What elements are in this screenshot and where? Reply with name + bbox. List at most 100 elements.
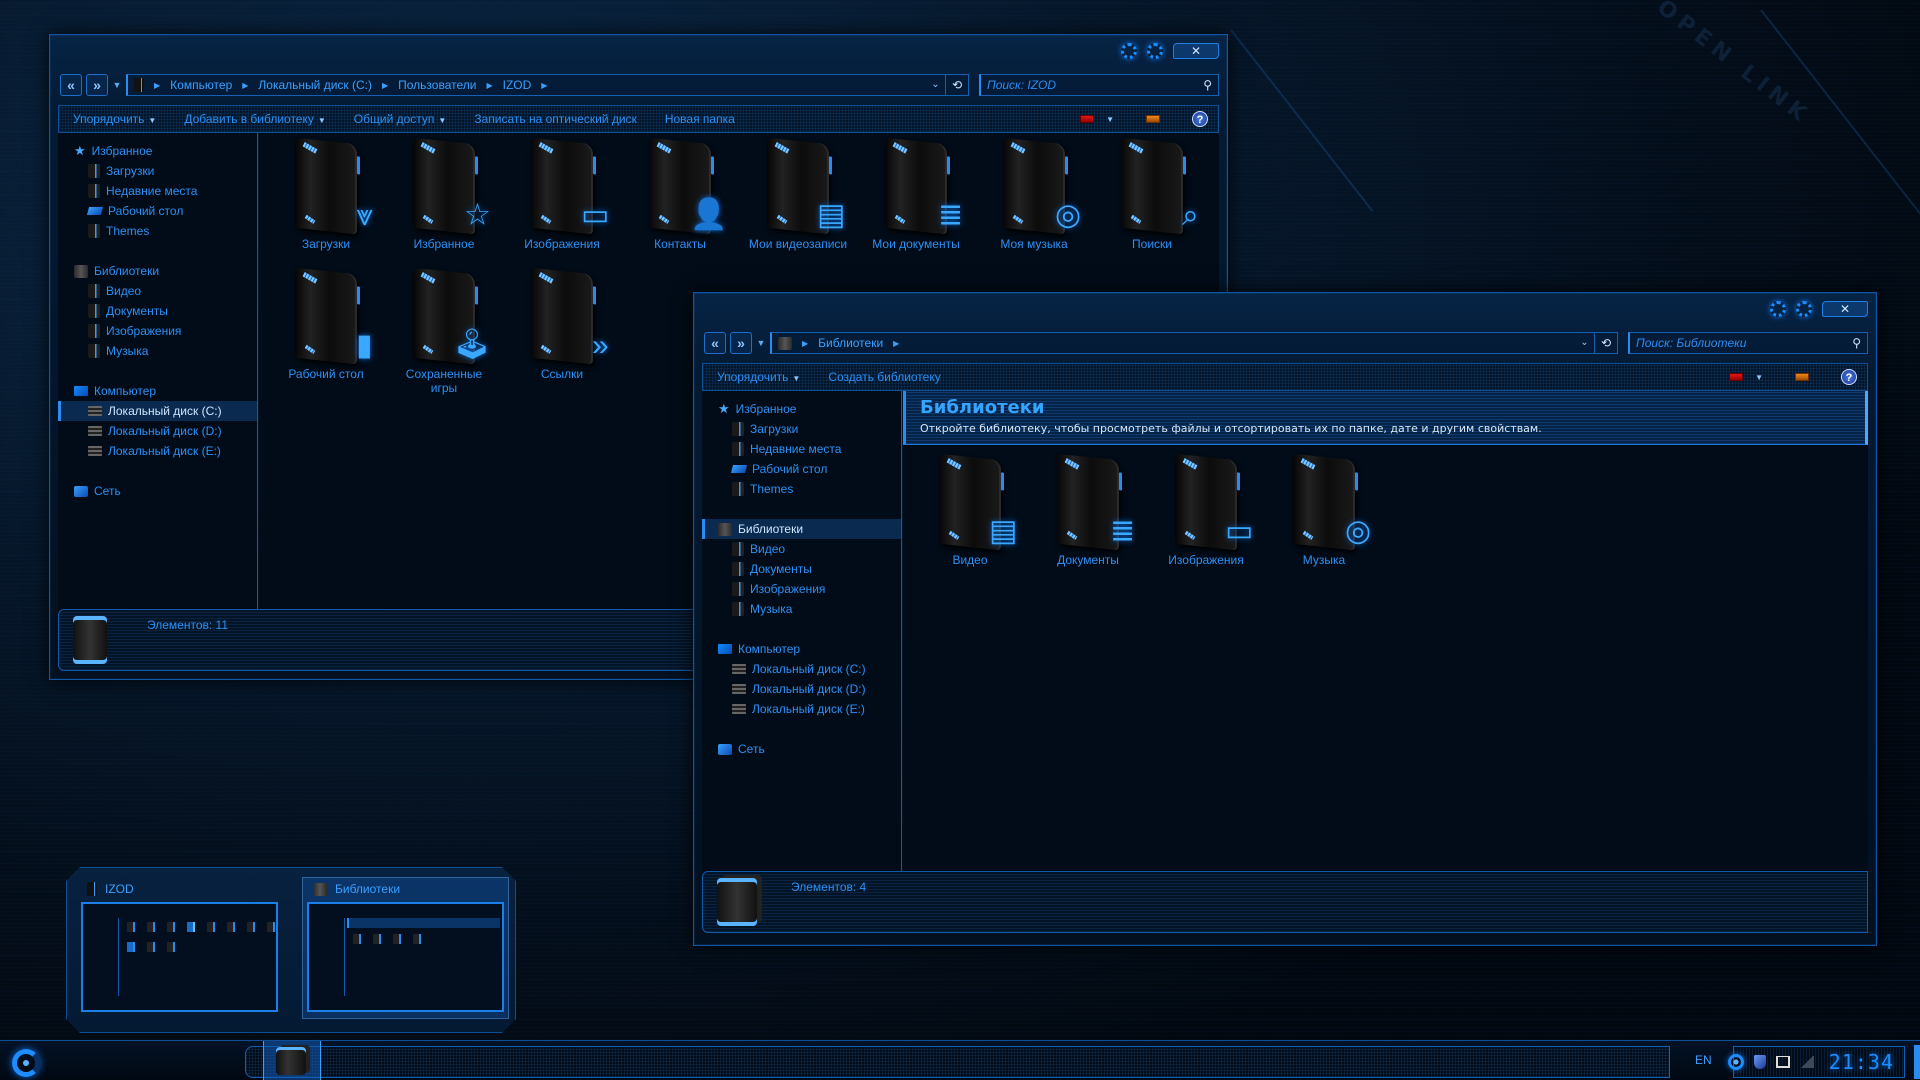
breadcrumb-item[interactable]: Пользователи — [398, 78, 476, 92]
folder-tile[interactable]: ▤ Видео — [911, 453, 1029, 585]
breadcrumb-separator-icon[interactable]: ▶ — [382, 81, 388, 90]
help-icon[interactable]: ? — [1841, 369, 1857, 385]
view-options-icon[interactable] — [1729, 373, 1744, 381]
refresh-button[interactable]: ⟲ — [1595, 333, 1617, 353]
breadcrumb-item[interactable]: Локальный диск (C:) — [258, 78, 372, 92]
clock[interactable]: 21:34 — [1829, 1050, 1894, 1074]
sidebar-item-downloads[interactable]: Загрузки — [58, 161, 257, 181]
sidebar-item-recent-places[interactable]: Недавние места — [702, 439, 901, 459]
recent-pages-dropdown[interactable]: ▼ — [756, 338, 766, 348]
sidebar-item-documents[interactable]: Документы — [58, 301, 257, 321]
sidebar-item-drive-c[interactable]: Локальный диск (C:) — [702, 659, 901, 679]
folder-tile[interactable]: ☆ Избранное — [385, 137, 503, 269]
explorer-window-libraries[interactable]: ✕ « » ▼ ▶ Библиотеки ▶ ⌄ ⟲ Поиск: Библио… — [693, 292, 1877, 946]
search-icon[interactable]: ⚲ — [1852, 336, 1861, 350]
view-options-dropdown[interactable]: ▼ — [1106, 115, 1114, 124]
new-library-button[interactable]: Создать библиотеку — [828, 370, 940, 384]
help-icon[interactable]: ? — [1192, 111, 1208, 127]
minimize-button[interactable] — [1770, 301, 1786, 317]
new-folder-button[interactable]: Новая папка — [665, 112, 735, 126]
close-button[interactable]: ✕ — [1173, 43, 1219, 59]
show-desktop-button[interactable] — [1914, 1045, 1920, 1079]
search-icon[interactable]: ⚲ — [1203, 78, 1212, 92]
sidebar-network[interactable]: Сеть — [702, 739, 901, 759]
taskbar-explorer-button[interactable] — [263, 1041, 321, 1080]
organize-button[interactable]: Упорядочить ▼ — [73, 112, 156, 126]
sidebar-item-desktop[interactable]: Рабочий стол — [58, 201, 257, 221]
sidebar-favorites[interactable]: ★ Избранное — [58, 141, 257, 161]
thumbnail-izod[interactable]: IZOD — [77, 878, 282, 1018]
sidebar-item-pictures[interactable]: Изображения — [58, 321, 257, 341]
sidebar-libraries[interactable]: Библиотеки — [702, 519, 901, 539]
address-history-dropdown[interactable]: ⌄ — [926, 75, 946, 95]
start-button[interactable] — [12, 1049, 40, 1077]
sidebar-item-drive-d[interactable]: Локальный диск (D:) — [702, 679, 901, 699]
back-button[interactable]: « — [704, 332, 726, 354]
burn-button[interactable]: Записать на оптический диск — [474, 112, 637, 126]
sidebar-item-desktop[interactable]: Рабочий стол — [702, 459, 901, 479]
breadcrumb-separator-icon[interactable]: ▶ — [486, 81, 492, 90]
language-indicator[interactable]: EN — [1695, 1053, 1712, 1067]
folder-tile[interactable]: ▮ Рабочий стол — [267, 267, 385, 399]
breadcrumb-item[interactable]: Библиотеки — [818, 336, 883, 350]
minimize-button[interactable] — [1121, 43, 1137, 59]
breadcrumb-separator-icon[interactable]: ▶ — [893, 339, 899, 348]
sidebar-item-themes[interactable]: Themes — [58, 221, 257, 241]
sidebar-favorites[interactable]: ★ Избранное — [702, 399, 901, 419]
forward-button[interactable]: » — [730, 332, 752, 354]
folder-tile[interactable]: ◎ Музыка — [1265, 453, 1383, 585]
folder-tile[interactable]: ▤ Мои видеозаписи — [739, 137, 857, 269]
sidebar-libraries[interactable]: Библиотеки — [58, 261, 257, 281]
search-input[interactable]: Поиск: Библиотеки ⚲ — [1628, 332, 1868, 354]
folder-tile[interactable]: ▭ Изображения — [503, 137, 621, 269]
forward-button[interactable]: » — [86, 74, 108, 96]
tray-app-icon[interactable] — [1728, 1054, 1744, 1070]
folder-tile[interactable]: ⌕ Поиски — [1093, 137, 1211, 269]
back-button[interactable]: « — [60, 74, 82, 96]
folder-tile[interactable]: ⩔ Загрузки — [267, 137, 385, 269]
sidebar-item-music[interactable]: Музыка — [702, 599, 901, 619]
sidebar-network[interactable]: Сеть — [58, 481, 257, 501]
action-center-shield-icon[interactable] — [1754, 1055, 1766, 1069]
folder-tile[interactable]: ≣ Мои документы — [857, 137, 975, 269]
sidebar-item-documents[interactable]: Документы — [702, 559, 901, 579]
folder-tile[interactable]: ≣ Документы — [1029, 453, 1147, 585]
sidebar-item-recent-places[interactable]: Недавние места — [58, 181, 257, 201]
folder-tile[interactable]: ▭ Изображения — [1147, 453, 1265, 585]
thumbnail-libraries[interactable]: Библиотеки — [303, 878, 508, 1018]
sidebar-item-downloads[interactable]: Загрузки — [702, 419, 901, 439]
sidebar-item-drive-c[interactable]: Локальный диск (C:) — [58, 401, 257, 421]
breadcrumb-item[interactable]: Компьютер — [170, 78, 232, 92]
sidebar-item-video[interactable]: Видео — [58, 281, 257, 301]
breadcrumb-separator-icon[interactable]: ▶ — [802, 339, 808, 348]
organize-button[interactable]: Упорядочить ▼ — [717, 370, 800, 384]
sidebar-item-pictures[interactable]: Изображения — [702, 579, 901, 599]
folder-tile[interactable]: ◎ Моя музыка — [975, 137, 1093, 269]
view-options-dropdown[interactable]: ▼ — [1755, 373, 1763, 382]
maximize-button[interactable] — [1147, 43, 1163, 59]
network-status-icon[interactable] — [1776, 1056, 1790, 1068]
close-button[interactable]: ✕ — [1822, 301, 1868, 317]
maximize-button[interactable] — [1796, 301, 1812, 317]
breadcrumb-separator-icon[interactable]: ▶ — [541, 81, 547, 90]
sidebar-item-themes[interactable]: Themes — [702, 479, 901, 499]
folder-tile[interactable]: 🕹 Сохраненные игры — [385, 267, 503, 399]
add-to-library-button[interactable]: Добавить в библиотеку ▼ — [184, 112, 325, 126]
preview-pane-icon[interactable] — [1795, 373, 1809, 381]
address-bar[interactable]: ▶ Библиотеки ▶ ⌄ ⟲ — [770, 332, 1618, 354]
view-options-icon[interactable] — [1080, 115, 1095, 123]
sidebar-item-drive-e[interactable]: Локальный диск (E:) — [58, 441, 257, 461]
sidebar-item-drive-d[interactable]: Локальный диск (D:) — [58, 421, 257, 441]
sidebar-item-music[interactable]: Музыка — [58, 341, 257, 361]
folder-tile[interactable]: 👤 Контакты — [621, 137, 739, 269]
search-input[interactable]: Поиск: IZOD ⚲ — [979, 74, 1219, 96]
breadcrumb-separator-icon[interactable]: ▶ — [242, 81, 248, 90]
sidebar-computer[interactable]: Компьютер — [702, 639, 901, 659]
sidebar-computer[interactable]: Компьютер — [58, 381, 257, 401]
share-with-button[interactable]: Общий доступ ▼ — [354, 112, 447, 126]
folder-tile[interactable]: » Ссылки — [503, 267, 621, 399]
sidebar-item-drive-e[interactable]: Локальный диск (E:) — [702, 699, 901, 719]
recent-pages-dropdown[interactable]: ▼ — [112, 80, 122, 90]
breadcrumb-item[interactable]: IZOD — [503, 78, 532, 92]
preview-pane-icon[interactable] — [1146, 115, 1160, 123]
